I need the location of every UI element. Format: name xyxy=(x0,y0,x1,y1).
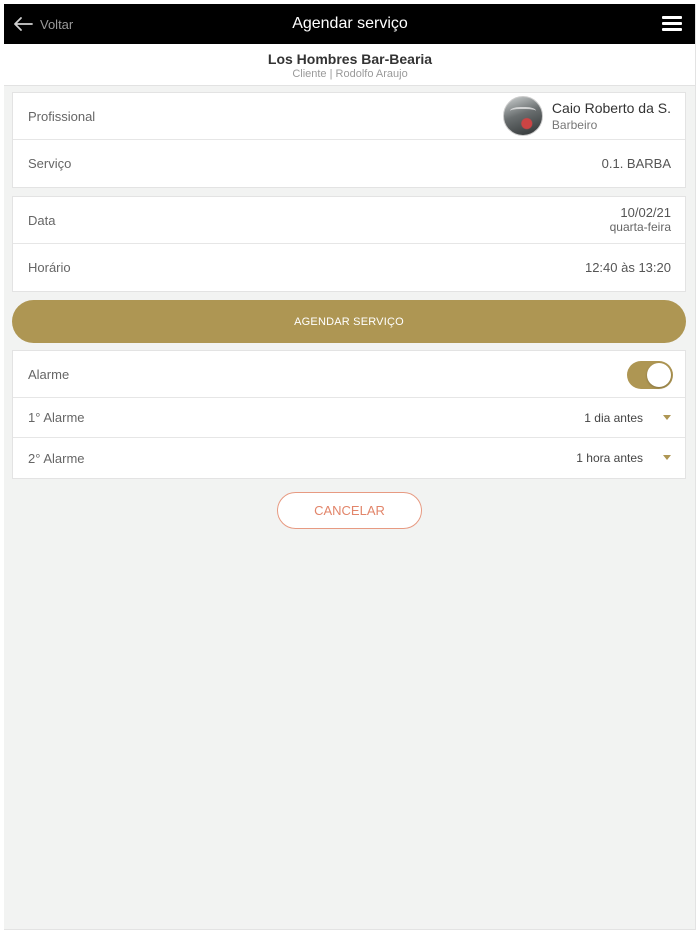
toggle-knob xyxy=(647,363,671,387)
professional-info: Caio Roberto da S. Barbeiro xyxy=(502,93,671,139)
date-row[interactable]: Data 10/02/21 quarta-feira xyxy=(13,197,685,244)
date-value: 10/02/21 xyxy=(620,205,671,220)
page-title: Agendar serviço xyxy=(292,15,408,32)
hamburger-menu-icon[interactable] xyxy=(662,16,682,32)
service-label: Serviço xyxy=(28,156,72,171)
professional-role: Barbeiro xyxy=(551,118,598,132)
time-row[interactable]: Horário 12:40 às 13:20 xyxy=(13,244,685,291)
alarm-toggle[interactable] xyxy=(627,361,673,389)
first-alarm-label: 1° Alarme xyxy=(28,410,85,425)
date-weekday: quarta-feira xyxy=(609,220,671,234)
second-alarm-select[interactable]: 1 hora antes xyxy=(576,438,643,478)
professional-label: Profissional xyxy=(28,108,96,124)
professional-name: Caio Roberto da S. xyxy=(551,100,671,116)
shop-name: Los Hombres Bar-Bearia xyxy=(267,51,433,67)
alarm-row: Alarme xyxy=(13,351,685,398)
second-alarm-label: 2° Alarme xyxy=(28,450,85,466)
alarm-label: Alarme xyxy=(28,366,70,382)
caret-down-icon xyxy=(663,415,671,420)
time-label: Horário xyxy=(28,260,71,275)
top-bar: Voltar Agendar serviço xyxy=(4,4,695,44)
service-row[interactable]: Serviço 0.1. BARBA xyxy=(13,140,685,187)
time-value: 12:40 às 13:20 xyxy=(584,260,671,275)
second-alarm-row[interactable]: 2° Alarme 1 hora antes xyxy=(13,438,685,478)
service-value: 0.1. BARBA xyxy=(601,156,671,171)
cancel-button[interactable]: CANCELAR xyxy=(277,492,422,529)
professional-service-card: Profissional Caio Roberto da S. Barbeiro… xyxy=(12,92,686,188)
first-alarm-select[interactable]: 1 dia antes xyxy=(584,398,643,437)
date-label: Data xyxy=(28,212,56,228)
date-time-card: Data 10/02/21 quarta-feira Horário 12:40… xyxy=(12,196,686,292)
alarm-card: Alarme 1° Alarme 1 dia antes 2° Alarme 1… xyxy=(12,350,686,479)
app-frame: Voltar Agendar serviço Los Hombres Bar-B… xyxy=(4,4,696,930)
professional-row[interactable]: Profissional Caio Roberto da S. Barbeiro xyxy=(13,93,685,140)
caret-down-icon xyxy=(663,455,671,460)
shop-header: Los Hombres Bar-Bearia Cliente | Rodolfo… xyxy=(4,44,695,86)
first-alarm-row[interactable]: 1° Alarme 1 dia antes xyxy=(13,398,685,438)
shop-subtitle: Cliente | Rodolfo Araujo xyxy=(292,68,408,80)
schedule-service-button[interactable]: AGENDAR SERVIÇO xyxy=(12,300,686,343)
avatar xyxy=(502,96,543,136)
